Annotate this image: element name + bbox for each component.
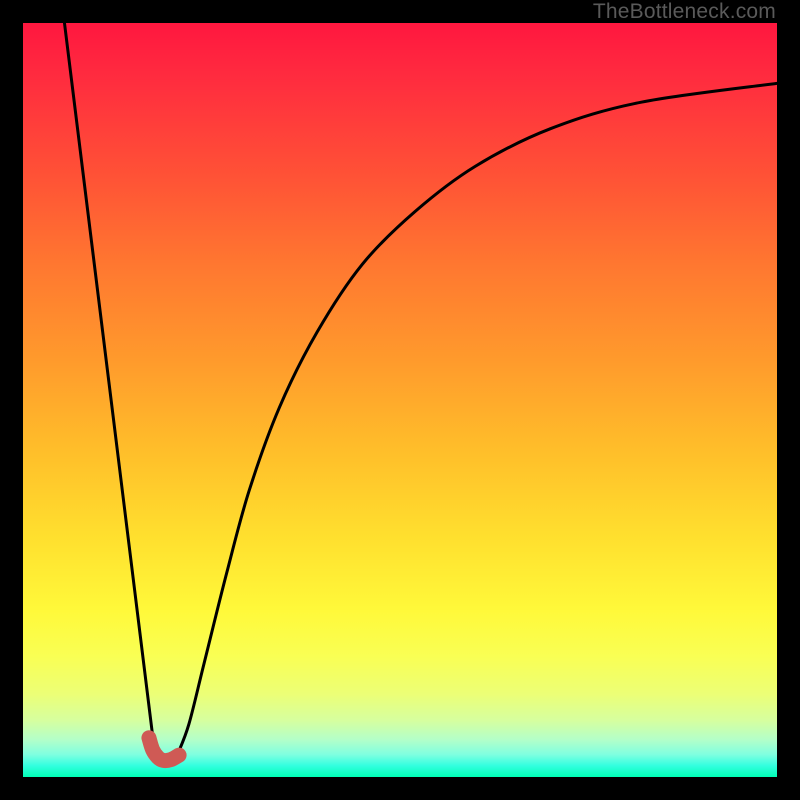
watermark-text: TheBottleneck.com xyxy=(593,0,776,24)
chart-plot-area xyxy=(23,23,777,777)
chart-svg xyxy=(23,23,777,777)
left-descent-line xyxy=(64,23,154,754)
bottleneck-marker xyxy=(149,738,179,761)
right-curve-line xyxy=(178,83,777,754)
